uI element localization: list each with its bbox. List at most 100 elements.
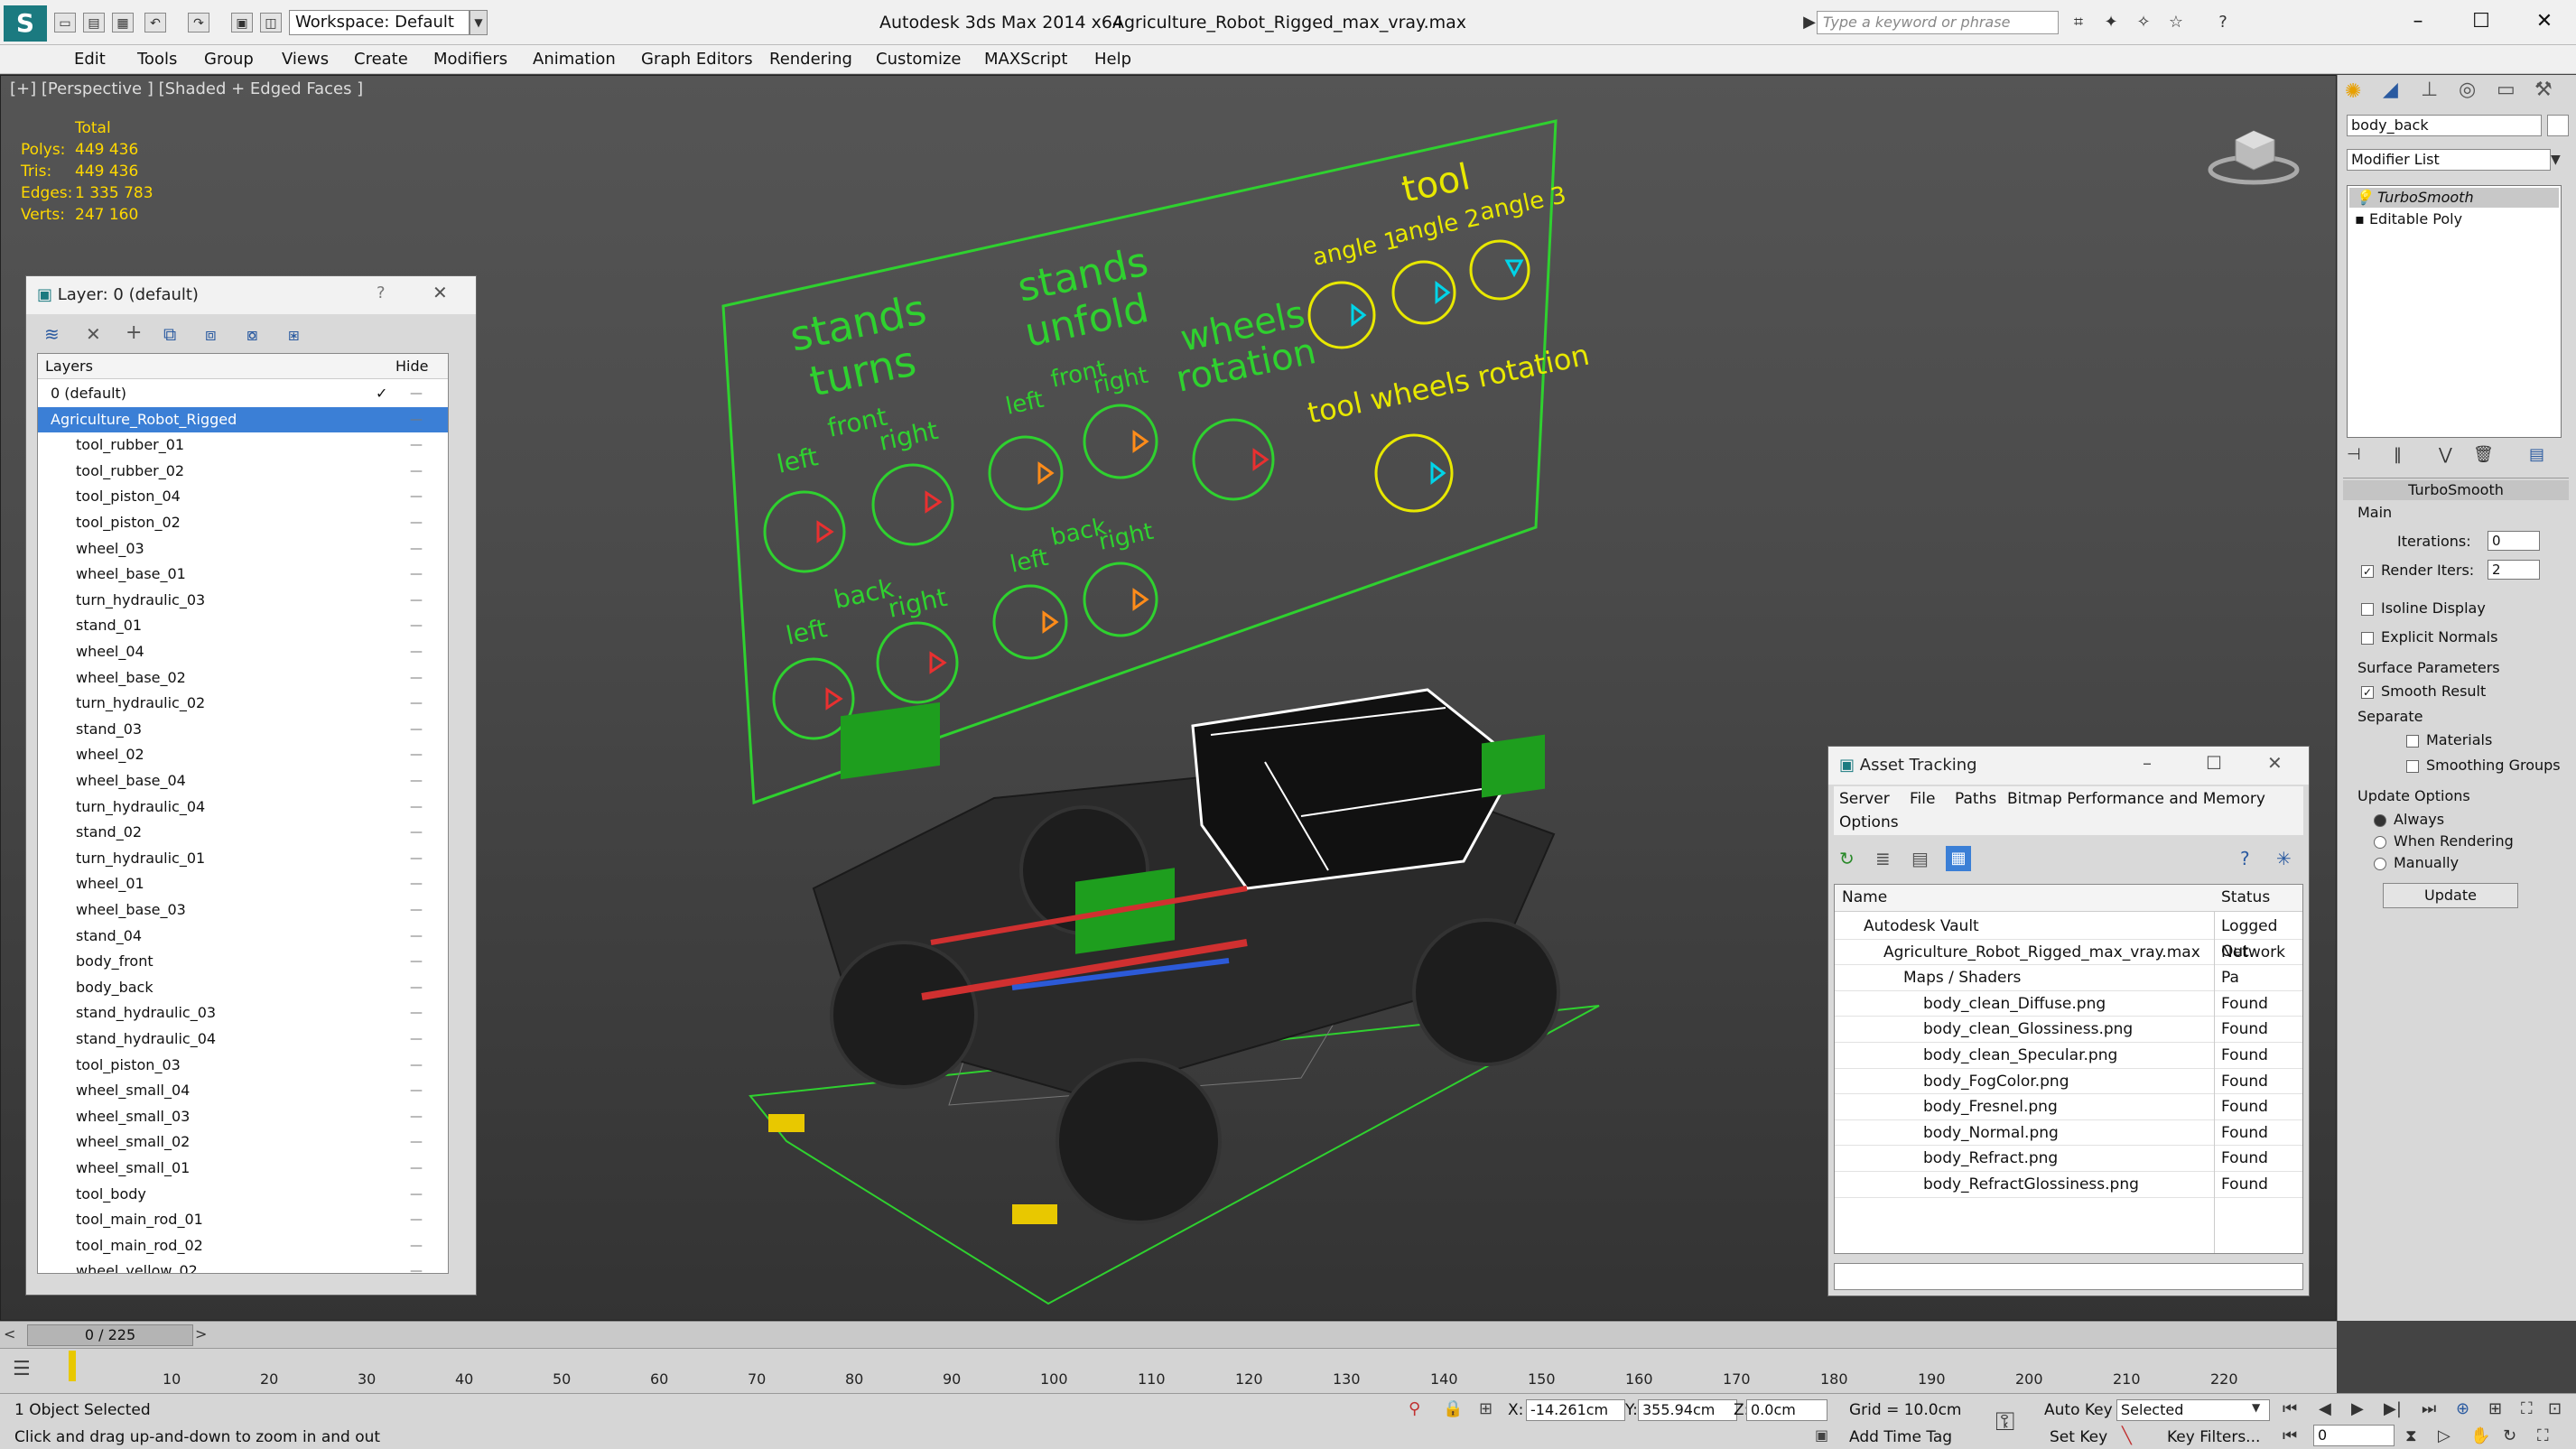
current-frame-marker[interactable]	[69, 1351, 76, 1381]
y-coordinate-field[interactable]: 355.94cm	[1638, 1399, 1737, 1421]
menu-help[interactable]: Help	[1094, 45, 1131, 74]
layer-row[interactable]: wheel_base_03 —	[38, 897, 448, 924]
motion-tab-icon[interactable]: ◎	[2459, 79, 2476, 101]
z-coordinate-field[interactable]: 0.0cm	[1746, 1399, 1827, 1421]
app-logo-icon[interactable]: S	[4, 5, 47, 42]
field-of-view-icon[interactable]: ▷	[2438, 1426, 2450, 1445]
layer-hide-toggle[interactable]: —	[410, 794, 428, 820]
save-icon[interactable]: ▦	[112, 13, 134, 33]
layer-row[interactable]: tool_piston_03 —	[38, 1053, 448, 1079]
layer-hide-toggle[interactable]: —	[410, 924, 428, 949]
freeze-all-layers-icon[interactable]: ⧆	[288, 323, 300, 345]
hierarchy-tab-icon[interactable]: ⊥	[2421, 79, 2438, 101]
stack-item-editable-poly[interactable]: ▪ Editable Poly	[2349, 209, 2559, 229]
stack-item-turbosmooth[interactable]: 💡 TurboSmooth	[2349, 188, 2559, 208]
asset-refresh-icon[interactable]: ↻	[1839, 848, 1855, 869]
show-end-result-icon[interactable]: ‖	[2394, 445, 2402, 464]
zoom-extents-icon[interactable]: ⛶	[2521, 1399, 2533, 1418]
display-tab-icon[interactable]: ▭	[2497, 79, 2516, 101]
layer-hide-toggle[interactable]: —	[410, 536, 428, 562]
key-selection-arrow-icon[interactable]: ▼	[2252, 1401, 2260, 1414]
layer-row[interactable]: wheel_base_01 —	[38, 562, 448, 588]
col-status[interactable]: Status	[2221, 888, 2270, 906]
undo-icon[interactable]: ↶	[144, 13, 166, 33]
add-to-layer-icon[interactable]: +	[126, 321, 142, 344]
time-prev-icon[interactable]: <	[4, 1325, 15, 1342]
layer-row[interactable]: turn_hydraulic_03 —	[38, 588, 448, 614]
isoline-checkbox[interactable]	[2361, 603, 2374, 616]
menu-create[interactable]: Create	[354, 45, 408, 74]
layer-hide-toggle[interactable]: —	[410, 897, 428, 923]
pin-stack-icon[interactable]: ⊣	[2347, 445, 2361, 464]
viewcube-icon[interactable]	[2204, 117, 2303, 190]
layer-row[interactable]: stand_03 —	[38, 717, 448, 743]
col-hide[interactable]: Hide	[395, 358, 428, 375]
layer-hide-toggle[interactable]: —	[410, 665, 428, 691]
absolute-mode-icon[interactable]: ⊞	[1479, 1399, 1493, 1418]
maximize-button[interactable]: ☐	[2450, 0, 2513, 45]
asset-row[interactable]: Autodesk Vault Logged Out	[1835, 914, 2302, 961]
asset-menu-options[interactable]: Options	[1839, 813, 1899, 831]
time-slider[interactable]: < 0 / 225 >	[0, 1321, 2337, 1348]
layer-hide-toggle[interactable]: —	[410, 381, 428, 406]
hide-all-layers-icon[interactable]: ⧇	[246, 323, 258, 345]
layer-hide-toggle[interactable]: —	[410, 1053, 428, 1078]
binoculars-icon[interactable]: ⌗	[2068, 13, 2089, 33]
layer-row[interactable]: stand_hydraulic_03 —	[38, 1000, 448, 1026]
layer-hide-toggle[interactable]: —	[410, 1182, 428, 1207]
layer-hide-toggle[interactable]: —	[410, 1026, 428, 1052]
layer-panel-titlebar[interactable]: ▣ Layer: 0 (default)	[26, 276, 476, 314]
select-layer-objects-icon[interactable]: ⧉	[163, 323, 176, 345]
always-radio[interactable]	[2374, 814, 2386, 827]
make-unique-icon[interactable]: ⋁	[2439, 445, 2452, 464]
go-to-end-icon[interactable]: ⏭	[2422, 1399, 2436, 1418]
new-file-icon[interactable]: ▭	[54, 13, 76, 33]
col-layers[interactable]: Layers	[45, 358, 93, 375]
object-name-field[interactable]: body_back	[2347, 115, 2542, 136]
layer-row[interactable]: turn_hydraulic_02 —	[38, 691, 448, 717]
maximize-viewport-icon[interactable]: ⛶	[2537, 1426, 2549, 1445]
active-layer-check[interactable]: ✓	[376, 381, 387, 406]
current-frame-field[interactable]: 0	[2313, 1425, 2395, 1446]
modifier-list-arrow-icon[interactable]: ▼	[2551, 149, 2561, 171]
key-filters-button[interactable]: Key Filters...	[2167, 1428, 2260, 1446]
time-slider-thumb[interactable]: 0 / 225	[27, 1324, 193, 1346]
layer-row[interactable]: turn_hydraulic_04 —	[38, 794, 448, 821]
select-icon[interactable]: ◫	[260, 13, 282, 33]
menu-tools[interactable]: Tools	[137, 45, 177, 74]
key-selection-dropdown[interactable]: Selected	[2116, 1399, 2270, 1421]
layer-hide-toggle[interactable]: —	[410, 562, 428, 587]
menu-animation[interactable]: Animation	[533, 45, 616, 74]
isolate-selection-icon[interactable]: ⚲	[1409, 1399, 1420, 1418]
asset-list-icon[interactable]: ≣	[1875, 848, 1891, 869]
zoom-extents-all-icon[interactable]: ⊡	[2548, 1399, 2562, 1418]
asset-grid-icon[interactable]: ▦	[1946, 846, 1971, 871]
time-config-icon[interactable]: ⧗	[2405, 1426, 2417, 1445]
layer-row[interactable]: body_front —	[38, 949, 448, 975]
track-bar[interactable]: ☰ 10 20 30 40 50 60 70 80 90 100 110 120 130 140 150 16…	[0, 1348, 2337, 1393]
layer-row[interactable]: wheel_01 —	[38, 871, 448, 897]
next-frame-icon[interactable]: ▶|	[2384, 1399, 2402, 1418]
asset-row[interactable]: body_clean_Specular.png Found	[1835, 1043, 2302, 1069]
asset-close-button[interactable]: ✕	[2267, 752, 2283, 774]
minimize-button[interactable]: –	[2386, 0, 2450, 45]
asset-path-field[interactable]	[1834, 1263, 2303, 1290]
layer-row[interactable]: wheel_04 —	[38, 639, 448, 665]
asset-row[interactable]: body_Normal.png Found	[1835, 1120, 2302, 1147]
layer-row[interactable]: body_back —	[38, 975, 448, 1001]
layer-hide-toggle[interactable]: —	[410, 613, 428, 638]
menu-maxscript[interactable]: MAXScript	[984, 45, 1067, 74]
menu-modifiers[interactable]: Modifiers	[433, 45, 507, 74]
modifier-list-dropdown[interactable]: Modifier List	[2347, 149, 2551, 171]
asset-menu-file[interactable]: File	[1910, 790, 1935, 808]
layer-hide-toggle[interactable]: —	[410, 871, 428, 896]
asset-minimize-button[interactable]: –	[2143, 752, 2152, 774]
layer-hide-toggle[interactable]: —	[410, 588, 428, 613]
highlight-layer-icon[interactable]: ⧈	[205, 323, 217, 345]
close-button[interactable]: ✕	[2513, 0, 2576, 45]
layer-hide-toggle[interactable]: —	[410, 1233, 428, 1259]
layer-row[interactable]: stand_hydraulic_04 —	[38, 1026, 448, 1053]
iterations-spinner[interactable]: 0	[2488, 531, 2540, 551]
favorites-star-icon[interactable]: ☆	[2165, 13, 2187, 33]
col-name[interactable]: Name	[1842, 888, 1887, 906]
